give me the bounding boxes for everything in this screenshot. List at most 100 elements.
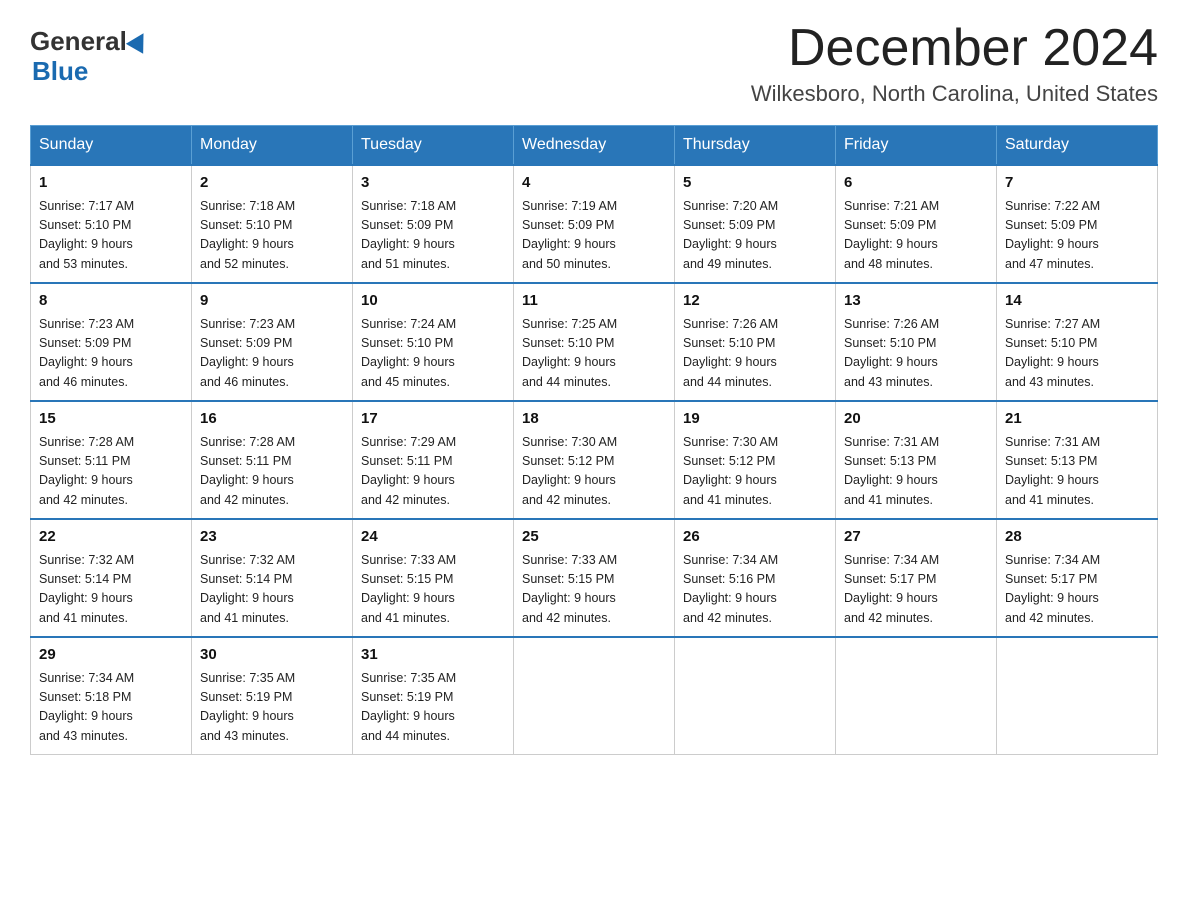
day-number: 15 (39, 408, 183, 431)
day-info: Sunrise: 7:30 AMSunset: 5:12 PMDaylight:… (683, 433, 827, 511)
day-number: 30 (200, 644, 344, 667)
day-info: Sunrise: 7:23 AMSunset: 5:09 PMDaylight:… (200, 315, 344, 393)
day-info: Sunrise: 7:27 AMSunset: 5:10 PMDaylight:… (1005, 315, 1149, 393)
day-info: Sunrise: 7:34 AMSunset: 5:16 PMDaylight:… (683, 551, 827, 629)
day-info: Sunrise: 7:28 AMSunset: 5:11 PMDaylight:… (39, 433, 183, 511)
calendar-cell: 1Sunrise: 7:17 AMSunset: 5:10 PMDaylight… (31, 165, 192, 283)
calendar-cell: 3Sunrise: 7:18 AMSunset: 5:09 PMDaylight… (353, 165, 514, 283)
day-info: Sunrise: 7:26 AMSunset: 5:10 PMDaylight:… (844, 315, 988, 393)
calendar-cell: 31Sunrise: 7:35 AMSunset: 5:19 PMDayligh… (353, 637, 514, 755)
calendar-cell: 11Sunrise: 7:25 AMSunset: 5:10 PMDayligh… (514, 283, 675, 401)
day-info: Sunrise: 7:26 AMSunset: 5:10 PMDaylight:… (683, 315, 827, 393)
weekday-header-tuesday: Tuesday (353, 126, 514, 166)
day-number: 9 (200, 290, 344, 313)
weekday-header-sunday: Sunday (31, 126, 192, 166)
day-info: Sunrise: 7:34 AMSunset: 5:17 PMDaylight:… (1005, 551, 1149, 629)
weekday-header-row: SundayMondayTuesdayWednesdayThursdayFrid… (31, 126, 1158, 166)
day-info: Sunrise: 7:34 AMSunset: 5:17 PMDaylight:… (844, 551, 988, 629)
day-number: 4 (522, 172, 666, 195)
day-number: 5 (683, 172, 827, 195)
calendar-cell: 25Sunrise: 7:33 AMSunset: 5:15 PMDayligh… (514, 519, 675, 637)
day-info: Sunrise: 7:18 AMSunset: 5:10 PMDaylight:… (200, 197, 344, 275)
calendar-cell: 22Sunrise: 7:32 AMSunset: 5:14 PMDayligh… (31, 519, 192, 637)
day-info: Sunrise: 7:19 AMSunset: 5:09 PMDaylight:… (522, 197, 666, 275)
day-number: 23 (200, 526, 344, 549)
calendar-cell: 8Sunrise: 7:23 AMSunset: 5:09 PMDaylight… (31, 283, 192, 401)
calendar-cell: 24Sunrise: 7:33 AMSunset: 5:15 PMDayligh… (353, 519, 514, 637)
day-number: 1 (39, 172, 183, 195)
day-number: 22 (39, 526, 183, 549)
day-info: Sunrise: 7:35 AMSunset: 5:19 PMDaylight:… (361, 669, 505, 747)
day-info: Sunrise: 7:24 AMSunset: 5:10 PMDaylight:… (361, 315, 505, 393)
day-number: 2 (200, 172, 344, 195)
weekday-header-wednesday: Wednesday (514, 126, 675, 166)
day-number: 24 (361, 526, 505, 549)
day-info: Sunrise: 7:35 AMSunset: 5:19 PMDaylight:… (200, 669, 344, 747)
day-number: 10 (361, 290, 505, 313)
calendar-cell: 21Sunrise: 7:31 AMSunset: 5:13 PMDayligh… (997, 401, 1158, 519)
day-number: 28 (1005, 526, 1149, 549)
calendar-cell: 27Sunrise: 7:34 AMSunset: 5:17 PMDayligh… (836, 519, 997, 637)
calendar-cell: 2Sunrise: 7:18 AMSunset: 5:10 PMDaylight… (192, 165, 353, 283)
calendar-cell (997, 637, 1158, 755)
week-row-4: 22Sunrise: 7:32 AMSunset: 5:14 PMDayligh… (31, 519, 1158, 637)
week-row-5: 29Sunrise: 7:34 AMSunset: 5:18 PMDayligh… (31, 637, 1158, 755)
calendar-cell: 20Sunrise: 7:31 AMSunset: 5:13 PMDayligh… (836, 401, 997, 519)
day-number: 11 (522, 290, 666, 313)
day-info: Sunrise: 7:28 AMSunset: 5:11 PMDaylight:… (200, 433, 344, 511)
calendar-cell: 17Sunrise: 7:29 AMSunset: 5:11 PMDayligh… (353, 401, 514, 519)
day-number: 12 (683, 290, 827, 313)
calendar-cell: 19Sunrise: 7:30 AMSunset: 5:12 PMDayligh… (675, 401, 836, 519)
calendar-cell: 13Sunrise: 7:26 AMSunset: 5:10 PMDayligh… (836, 283, 997, 401)
day-number: 17 (361, 408, 505, 431)
calendar-cell: 5Sunrise: 7:20 AMSunset: 5:09 PMDaylight… (675, 165, 836, 283)
day-number: 25 (522, 526, 666, 549)
calendar-cell: 23Sunrise: 7:32 AMSunset: 5:14 PMDayligh… (192, 519, 353, 637)
calendar-cell: 6Sunrise: 7:21 AMSunset: 5:09 PMDaylight… (836, 165, 997, 283)
day-info: Sunrise: 7:34 AMSunset: 5:18 PMDaylight:… (39, 669, 183, 747)
calendar-cell (675, 637, 836, 755)
day-info: Sunrise: 7:21 AMSunset: 5:09 PMDaylight:… (844, 197, 988, 275)
location-subtitle: Wilkesboro, North Carolina, United State… (751, 81, 1158, 107)
day-number: 3 (361, 172, 505, 195)
calendar-cell: 18Sunrise: 7:30 AMSunset: 5:12 PMDayligh… (514, 401, 675, 519)
day-number: 16 (200, 408, 344, 431)
calendar-cell: 10Sunrise: 7:24 AMSunset: 5:10 PMDayligh… (353, 283, 514, 401)
weekday-header-saturday: Saturday (997, 126, 1158, 166)
day-number: 8 (39, 290, 183, 313)
week-row-3: 15Sunrise: 7:28 AMSunset: 5:11 PMDayligh… (31, 401, 1158, 519)
day-number: 14 (1005, 290, 1149, 313)
day-info: Sunrise: 7:29 AMSunset: 5:11 PMDaylight:… (361, 433, 505, 511)
day-number: 20 (844, 408, 988, 431)
day-number: 31 (361, 644, 505, 667)
day-info: Sunrise: 7:33 AMSunset: 5:15 PMDaylight:… (361, 551, 505, 629)
calendar-cell: 4Sunrise: 7:19 AMSunset: 5:09 PMDaylight… (514, 165, 675, 283)
day-info: Sunrise: 7:23 AMSunset: 5:09 PMDaylight:… (39, 315, 183, 393)
day-info: Sunrise: 7:20 AMSunset: 5:09 PMDaylight:… (683, 197, 827, 275)
calendar-cell: 30Sunrise: 7:35 AMSunset: 5:19 PMDayligh… (192, 637, 353, 755)
calendar-cell: 7Sunrise: 7:22 AMSunset: 5:09 PMDaylight… (997, 165, 1158, 283)
calendar-cell: 14Sunrise: 7:27 AMSunset: 5:10 PMDayligh… (997, 283, 1158, 401)
day-number: 26 (683, 526, 827, 549)
day-info: Sunrise: 7:32 AMSunset: 5:14 PMDaylight:… (200, 551, 344, 629)
calendar-cell: 29Sunrise: 7:34 AMSunset: 5:18 PMDayligh… (31, 637, 192, 755)
page-header: General Blue December 2024 Wilkesboro, N… (30, 20, 1158, 107)
day-number: 18 (522, 408, 666, 431)
calendar-cell (836, 637, 997, 755)
day-number: 6 (844, 172, 988, 195)
week-row-1: 1Sunrise: 7:17 AMSunset: 5:10 PMDaylight… (31, 165, 1158, 283)
calendar-cell: 26Sunrise: 7:34 AMSunset: 5:16 PMDayligh… (675, 519, 836, 637)
title-block: December 2024 Wilkesboro, North Carolina… (751, 20, 1158, 107)
logo: General Blue (30, 28, 151, 87)
day-number: 7 (1005, 172, 1149, 195)
calendar-cell: 16Sunrise: 7:28 AMSunset: 5:11 PMDayligh… (192, 401, 353, 519)
calendar-cell (514, 637, 675, 755)
month-title: December 2024 (751, 20, 1158, 77)
calendar-cell: 12Sunrise: 7:26 AMSunset: 5:10 PMDayligh… (675, 283, 836, 401)
weekday-header-friday: Friday (836, 126, 997, 166)
day-info: Sunrise: 7:32 AMSunset: 5:14 PMDaylight:… (39, 551, 183, 629)
day-info: Sunrise: 7:25 AMSunset: 5:10 PMDaylight:… (522, 315, 666, 393)
day-number: 19 (683, 408, 827, 431)
weekday-header-monday: Monday (192, 126, 353, 166)
day-number: 21 (1005, 408, 1149, 431)
